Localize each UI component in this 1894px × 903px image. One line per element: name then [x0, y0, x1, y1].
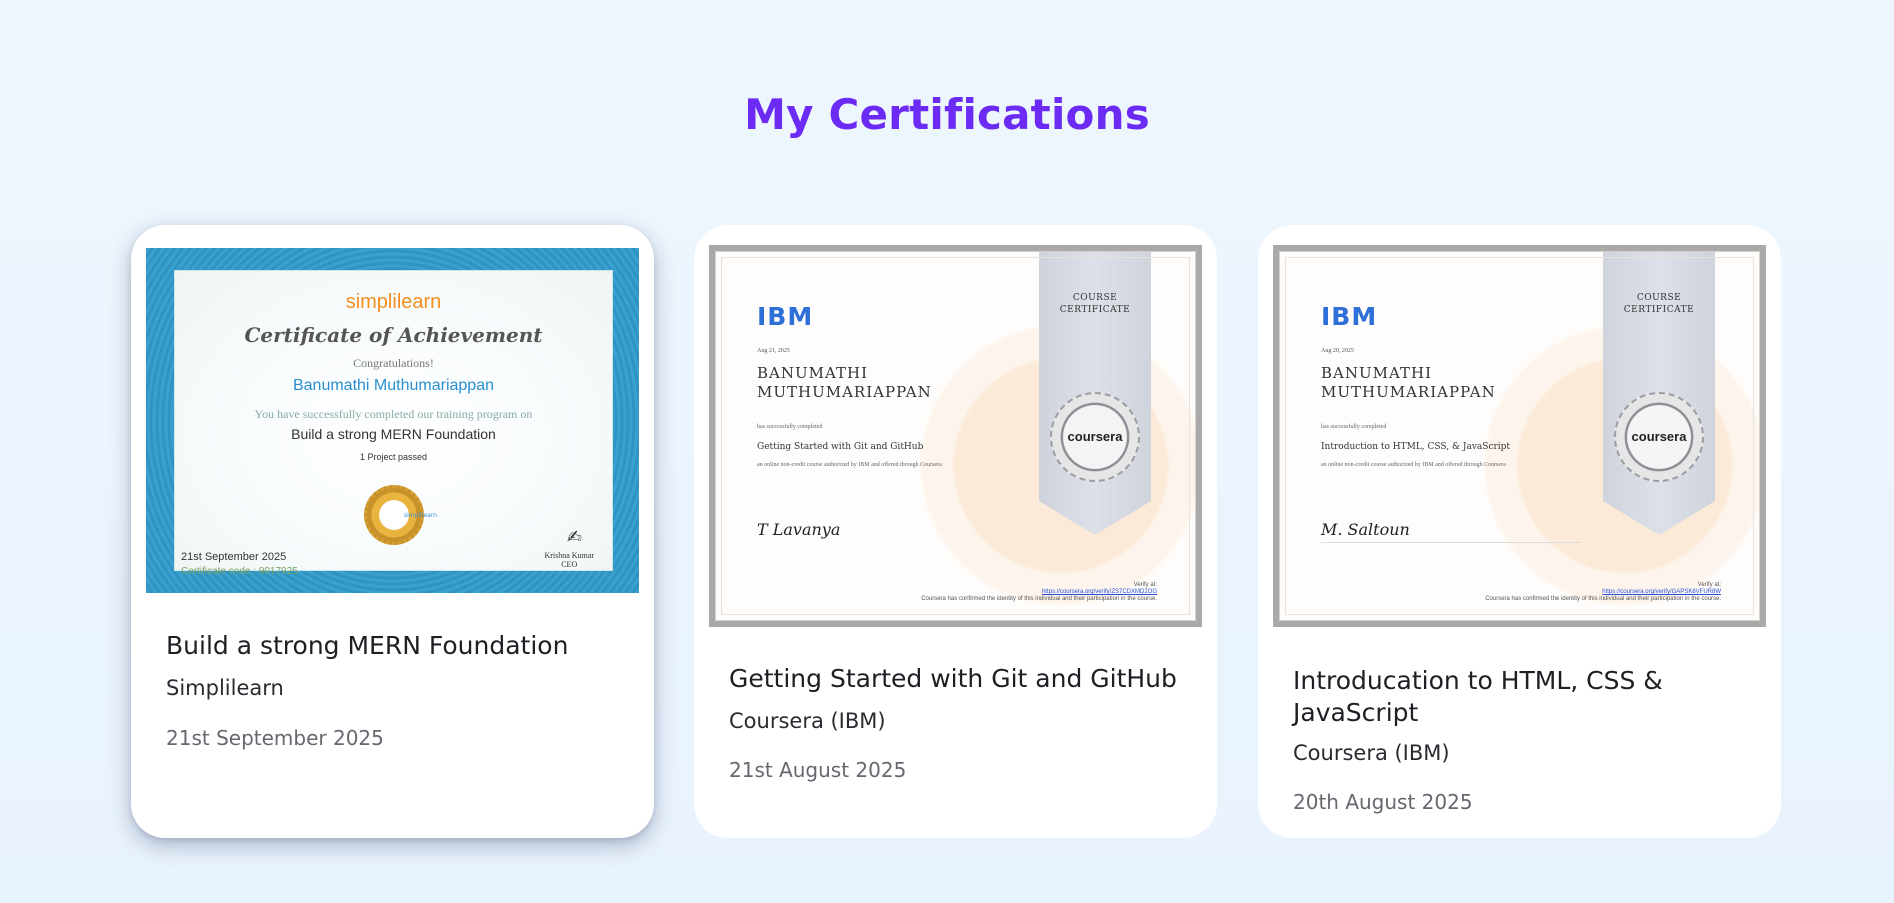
certificate-verify: Verify at: https://coursera.org/verify/G… — [1485, 582, 1721, 602]
card-title: Getting Started with Git and GitHub — [729, 664, 1177, 693]
certificate-code: Certificate code : 9017925 — [181, 566, 298, 577]
card-date: 21st August 2025 — [729, 758, 907, 782]
certificate-desc: an online non-credit course authorized b… — [757, 462, 942, 468]
certification-card-git[interactable]: IBM Aug 21, 2025 BANUMATHI MUTHUMARIAPPA… — [694, 225, 1217, 838]
certificate-heading: Certificate of Achievement — [244, 323, 543, 347]
card-date: 21st September 2025 — [166, 726, 384, 750]
section-title: My Certifications — [744, 90, 1150, 139]
certificate-verify: Verify at: https://coursera.org/verify/Z… — [921, 582, 1157, 602]
certificate-paper: IBM Aug 21, 2025 BANUMATHI MUTHUMARIAPPA… — [715, 251, 1196, 621]
ribbon-text: COURSE CERTIFICATE — [1623, 293, 1695, 315]
card-title: Introducation to HTML, CSS & JavaScript — [1293, 666, 1663, 727]
ibm-logo: IBM — [1321, 302, 1378, 331]
certificate-congrats: Congratulations! — [353, 356, 434, 370]
certificate-date: Aug 21, 2025 — [757, 348, 790, 354]
certificate-course: Getting Started with Git and GitHub — [757, 442, 924, 452]
certificate-image: simplilearn Certificate of Achievement C… — [146, 248, 639, 593]
coursera-seal-icon: coursera — [1050, 392, 1140, 482]
signature-line — [1321, 542, 1581, 543]
card-date: 20th August 2025 — [1293, 790, 1473, 814]
certificate-signer: Krishna Kumar CEO — [544, 551, 594, 569]
signature-icon: ✍ — [566, 527, 582, 548]
certificate-image: IBM Aug 21, 2025 BANUMATHI MUTHUMARIAPPA… — [709, 245, 1202, 627]
certificate-date: Aug 20, 2025 — [1321, 348, 1354, 354]
certification-card-html-css-js[interactable]: IBM Aug 20, 2025 BANUMATHI MUTHUMARIAPPA… — [1258, 225, 1781, 838]
signature: T Lavanya — [757, 520, 841, 539]
card-issuer: Coursera (IBM) — [729, 709, 886, 733]
certificate-paper: simplilearn Certificate of Achievement C… — [174, 270, 613, 577]
certificate-text: You have successfully completed our trai… — [254, 407, 533, 421]
certificate-recipient: Banumathi Muthumariappan — [292, 377, 494, 394]
ribbon: COURSE CERTIFICATE coursera — [1603, 252, 1715, 535]
certificate-paper: IBM Aug 20, 2025 BANUMATHI MUTHUMARIAPPA… — [1279, 251, 1760, 621]
signature: M. Saltoun — [1321, 520, 1410, 539]
certificate-course: Build a strong MERN Foundation — [291, 426, 496, 442]
coursera-seal-icon: coursera — [1614, 392, 1704, 482]
certificate-projects: 1 Project passed — [359, 452, 428, 462]
certificate-course: Introduction to HTML, CSS, & JavaScript — [1321, 442, 1511, 452]
seal-icon: simplilearn — [363, 485, 437, 545]
certificate-completed: has successfully completed — [1321, 424, 1387, 430]
certificate-completed: has successfully completed — [757, 424, 823, 430]
card-title: Build a strong MERN Foundation — [166, 631, 569, 660]
ribbon: COURSE CERTIFICATE coursera — [1039, 252, 1151, 535]
certificate-recipient: BANUMATHI MUTHUMARIAPPAN — [757, 364, 932, 401]
certificate-desc: an online non-credit course authorized b… — [1321, 462, 1506, 468]
card-issuer: Coursera (IBM) — [1293, 741, 1450, 765]
simplilearn-logo: simplilearn — [345, 291, 442, 313]
certificate-date: 21st September 2025 — [181, 551, 287, 563]
ribbon-text: COURSE CERTIFICATE — [1059, 293, 1131, 315]
certificate-image: IBM Aug 20, 2025 BANUMATHI MUTHUMARIAPPA… — [1273, 245, 1766, 627]
card-issuer: Simplilearn — [166, 676, 284, 700]
certification-card-mern[interactable]: simplilearn Certificate of Achievement C… — [131, 225, 654, 838]
ibm-logo: IBM — [757, 302, 814, 331]
certificate-recipient: BANUMATHI MUTHUMARIAPPAN — [1321, 364, 1496, 401]
